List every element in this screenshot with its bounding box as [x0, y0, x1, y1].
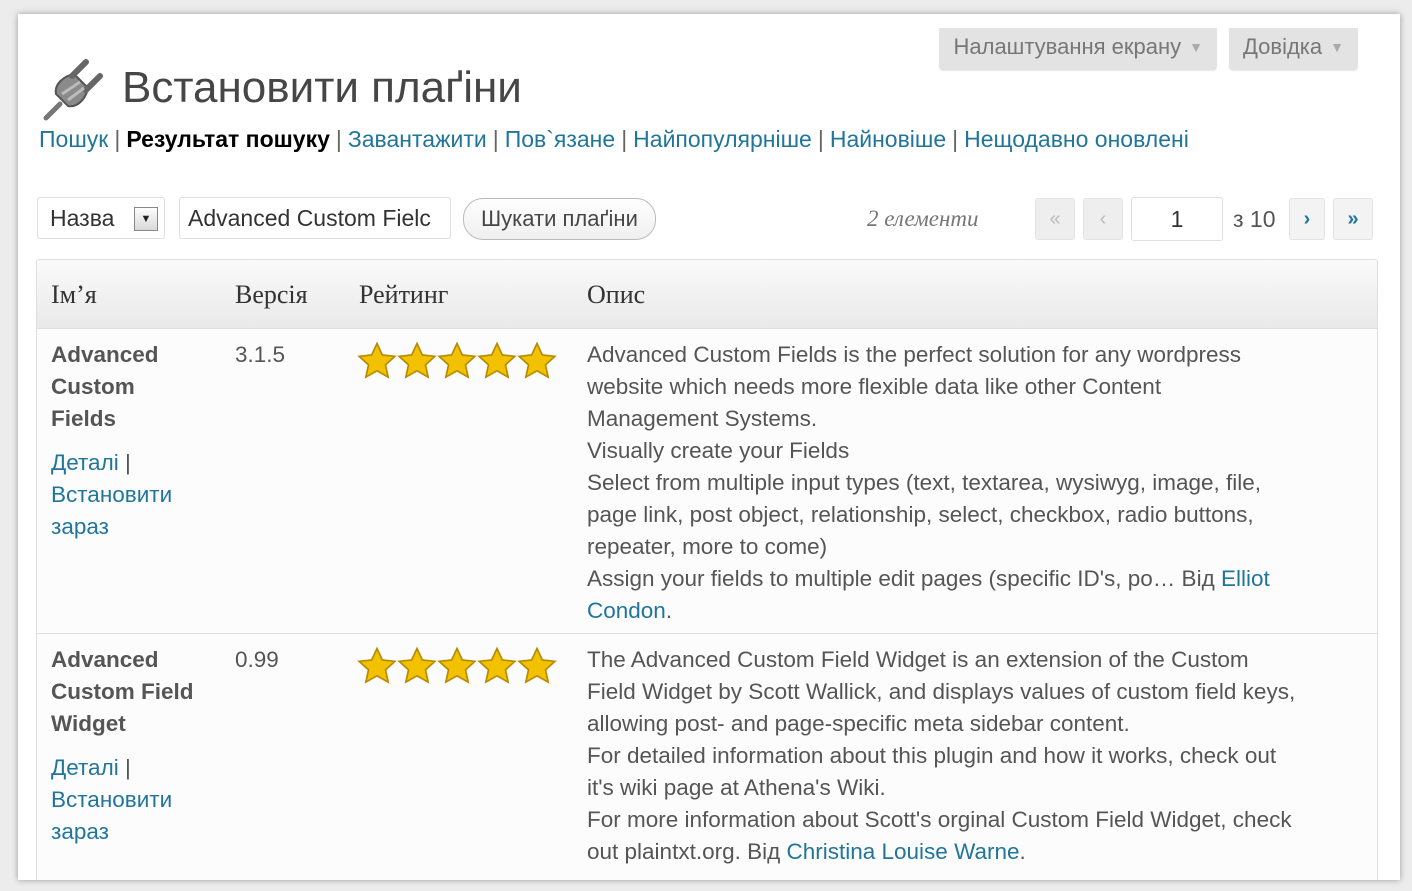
- plugins-table: Ім’я Версія Рейтинг Опис Advanced Custom…: [36, 259, 1378, 880]
- search-plugins-button[interactable]: Шукати плаґіни: [463, 198, 656, 240]
- help-label: Довідка: [1243, 34, 1323, 59]
- next-page-button[interactable]: ›: [1289, 198, 1325, 240]
- table-row: Advanced Custom Fields Деталі | Встанови…: [37, 329, 1377, 634]
- rating-stars: [357, 341, 557, 381]
- plugin-name: Advanced Custom Field Widget: [51, 647, 194, 736]
- last-page-button[interactable]: »: [1333, 198, 1373, 240]
- search-input[interactable]: [179, 197, 451, 239]
- details-link[interactable]: Деталі: [51, 755, 119, 780]
- subnav-search[interactable]: Пошук: [39, 126, 108, 152]
- page-title: Встановити плаґіни: [122, 63, 522, 113]
- star-icon: [357, 341, 397, 379]
- subnav-popular[interactable]: Найпопулярніше: [633, 126, 812, 152]
- table-header: Ім’я Версія Рейтинг Опис: [37, 260, 1377, 329]
- plugin-version: 0.99: [235, 647, 279, 672]
- rating-stars: [357, 646, 557, 686]
- star-icon: [517, 341, 557, 379]
- star-icon: [477, 646, 517, 684]
- column-header-rating: Рейтинг: [359, 280, 449, 309]
- chevron-down-icon: ▼: [1189, 39, 1203, 55]
- subnav-search-results: Результат пошуку: [126, 126, 330, 152]
- install-now-link[interactable]: Встановити зараз: [51, 479, 172, 543]
- items-count: 2 елементи: [867, 206, 979, 231]
- chevron-down-icon: ▼: [1330, 39, 1344, 55]
- star-icon: [397, 646, 437, 684]
- plugin-name: Advanced Custom Fields: [51, 342, 159, 431]
- star-icon: [437, 341, 477, 379]
- subnav-separator: |: [114, 126, 121, 152]
- plugin-install-page: Налаштування екрану ▼ Довідка ▼ Встанови…: [18, 14, 1400, 880]
- subsubsub-nav: Пошук | Результат пошуку | Завантажити | Пов`я…: [39, 126, 1189, 153]
- screen-options-tab[interactable]: Налаштування екрану ▼: [939, 28, 1217, 70]
- details-link[interactable]: Деталі: [51, 450, 119, 475]
- plug-icon: [43, 59, 103, 121]
- plugin-version: 3.1.5: [235, 342, 286, 367]
- prev-page-button[interactable]: ‹: [1083, 198, 1123, 240]
- author-link[interactable]: Elliot: [1221, 566, 1270, 591]
- subnav-separator: |: [621, 126, 628, 152]
- author-link[interactable]: Christina Louise Warne: [786, 839, 1019, 864]
- subnav-newest[interactable]: Найновіше: [830, 126, 946, 152]
- subnav-upload[interactable]: Завантажити: [348, 126, 487, 152]
- star-icon: [397, 341, 437, 379]
- search-type-value: Назва: [50, 204, 115, 231]
- chevron-down-icon[interactable]: ▼: [134, 207, 158, 231]
- plugin-description: Advanced Custom Fields is the perfect so…: [587, 342, 1270, 623]
- current-page-input[interactable]: [1131, 197, 1223, 241]
- search-type-select[interactable]: Назва ▼: [37, 197, 165, 239]
- star-icon: [357, 646, 397, 684]
- star-icon: [517, 646, 557, 684]
- column-header-description: Опис: [587, 280, 646, 309]
- subnav-separator: |: [492, 126, 499, 152]
- plugin-description: The Advanced Custom Field Widget is an e…: [587, 647, 1296, 864]
- plugin-actions: Деталі | Встановити зараз: [51, 447, 172, 543]
- screen-options-label: Налаштування екрану: [953, 34, 1182, 59]
- total-pages: з 10: [1233, 206, 1276, 232]
- star-icon: [477, 341, 517, 379]
- first-page-button[interactable]: «: [1035, 198, 1075, 240]
- subnav-recently-updated[interactable]: Нещодавно оновлені: [964, 126, 1189, 152]
- install-now-link[interactable]: Встановити зараз: [51, 784, 172, 848]
- search-toolbar: Назва ▼ Шукати плаґіни 2 елементи « ‹ з …: [37, 197, 1375, 243]
- subnav-featured[interactable]: Пов`язане: [505, 126, 616, 152]
- help-tab[interactable]: Довідка ▼: [1229, 28, 1358, 70]
- plugin-actions: Деталі | Встановити зараз: [51, 752, 172, 848]
- subnav-separator: |: [952, 126, 959, 152]
- screen-meta-links: Налаштування екрану ▼ Довідка ▼: [939, 28, 1358, 70]
- star-icon: [437, 646, 477, 684]
- subnav-separator: |: [817, 126, 824, 152]
- subnav-separator: |: [335, 126, 342, 152]
- table-row: Advanced Custom Field Widget Деталі | Вс…: [37, 634, 1377, 880]
- column-header-version: Версія: [235, 280, 308, 309]
- author-link[interactable]: Condon: [587, 598, 666, 623]
- column-header-name: Ім’я: [51, 280, 97, 309]
